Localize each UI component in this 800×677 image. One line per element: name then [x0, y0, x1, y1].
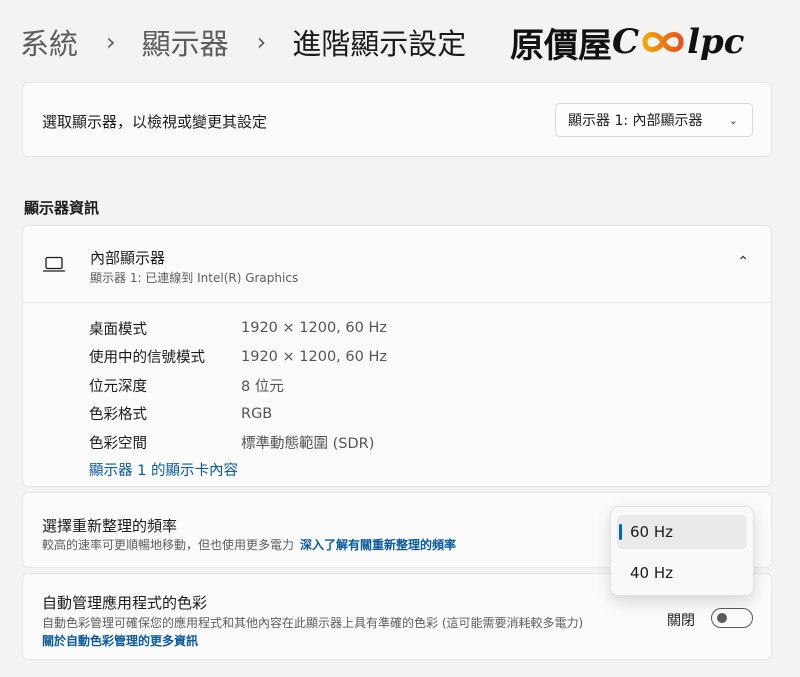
- logo-prefix: 原價屋: [510, 25, 612, 66]
- page-title: 進階顯示設定: [292, 27, 467, 61]
- info-row-key: 位元深度: [89, 378, 147, 395]
- breadcrumb: 系統 › 顯示器 › 進階顯示設定: [20, 20, 466, 64]
- info-row: 色彩格式 RGB: [89, 400, 387, 429]
- info-row-value: 1920 × 1200, 60 Hz: [241, 348, 387, 365]
- auto-color-toggle[interactable]: [711, 608, 753, 628]
- info-row-value: 8 位元: [241, 378, 284, 395]
- refresh-rate-description-text: 較高的速率可更順暢地移動，但也使用更多電力: [42, 538, 295, 552]
- logo-suffix: lpc: [687, 22, 745, 62]
- select-display-card: 選取顯示器，以檢視或變更其設定 顯示器 1: 內部顯示器 ⌄: [22, 82, 772, 157]
- toggle-knob: [717, 613, 727, 623]
- info-row-value: 1920 × 1200, 60 Hz: [241, 320, 387, 337]
- breadcrumb-item-display[interactable]: 顯示器: [142, 21, 229, 63]
- info-row-key: 色彩空間: [89, 435, 147, 452]
- infinity-logo-icon: [642, 32, 684, 52]
- refresh-option-label: 60 Hz: [630, 523, 674, 541]
- refresh-option-60hz[interactable]: 60 Hz: [617, 515, 747, 549]
- chevron-down-icon: ⌄: [728, 114, 738, 127]
- refresh-rate-learn-more-link[interactable]: 深入了解有關重新整理的頻率: [300, 538, 456, 552]
- display-info-card: 內部顯示器 顯示器 1: 已連線到 Intel(R) Graphics ⌃ 桌面…: [22, 225, 772, 487]
- breadcrumb-separator: ›: [256, 28, 267, 56]
- display-name: 內部顯示器: [90, 249, 166, 267]
- auto-color-description: 自動色彩管理可確保您的應用程式和其他內容在此顯示器上具有準確的色彩 (這可能需要…: [42, 616, 584, 630]
- refresh-option-40hz[interactable]: 40 Hz: [617, 556, 747, 590]
- display-subtitle: 顯示器 1: 已連線到 Intel(R) Graphics: [90, 271, 299, 285]
- display-info-header[interactable]: 內部顯示器 顯示器 1: 已連線到 Intel(R) Graphics ⌃: [23, 226, 771, 303]
- info-row: 位元深度 8 位元: [89, 371, 387, 400]
- auto-color-more-info-link[interactable]: 關於自動色彩管理的更多資訊: [42, 632, 198, 649]
- laptop-icon: [43, 256, 65, 272]
- logo-cool: C: [612, 22, 640, 62]
- display-info-rows: 桌面模式 1920 × 1200, 60 Hz 使用中的信號模式 1920 × …: [89, 314, 387, 480]
- info-row-key: 使用中的信號模式: [89, 350, 205, 367]
- info-row: 桌面模式 1920 × 1200, 60 Hz: [89, 314, 387, 343]
- watermark-logo: 原價屋 C lpc: [510, 14, 744, 70]
- display-dropdown-value: 顯示器 1: 內部顯示器: [568, 113, 703, 129]
- breadcrumb-item-system[interactable]: 系統: [20, 21, 78, 63]
- auto-color-toggle-state: 關閉: [667, 613, 695, 629]
- info-row-key: 色彩格式: [89, 407, 147, 424]
- refresh-rate-description: 較高的速率可更順暢地移動，但也使用更多電力 深入了解有關重新整理的頻率: [42, 536, 456, 553]
- adapter-properties-link[interactable]: 顯示器 1 的顯示卡內容: [89, 459, 387, 480]
- refresh-option-label: 40 Hz: [630, 564, 674, 582]
- breadcrumb-separator: ›: [106, 28, 116, 56]
- info-row-value: RGB: [241, 405, 273, 422]
- info-row-key: 桌面模式: [89, 321, 147, 338]
- section-title-display-info: 顯示器資訊: [24, 199, 100, 217]
- auto-color-title: 自動管理應用程式的色彩: [42, 594, 208, 612]
- info-row: 使用中的信號模式 1920 × 1200, 60 Hz: [89, 343, 387, 372]
- select-display-label: 選取顯示器，以檢視或變更其設定: [42, 113, 268, 131]
- display-dropdown[interactable]: 顯示器 1: 內部顯示器 ⌄: [555, 103, 753, 137]
- refresh-rate-title: 選擇重新整理的頻率: [42, 517, 178, 535]
- refresh-rate-flyout: 60 Hz 40 Hz: [610, 506, 754, 596]
- info-row: 色彩空間 標準動態範圍 (SDR): [89, 428, 387, 457]
- chevron-up-icon[interactable]: ⌃: [737, 254, 749, 270]
- info-row-value: 標準動態範圍 (SDR): [241, 435, 375, 452]
